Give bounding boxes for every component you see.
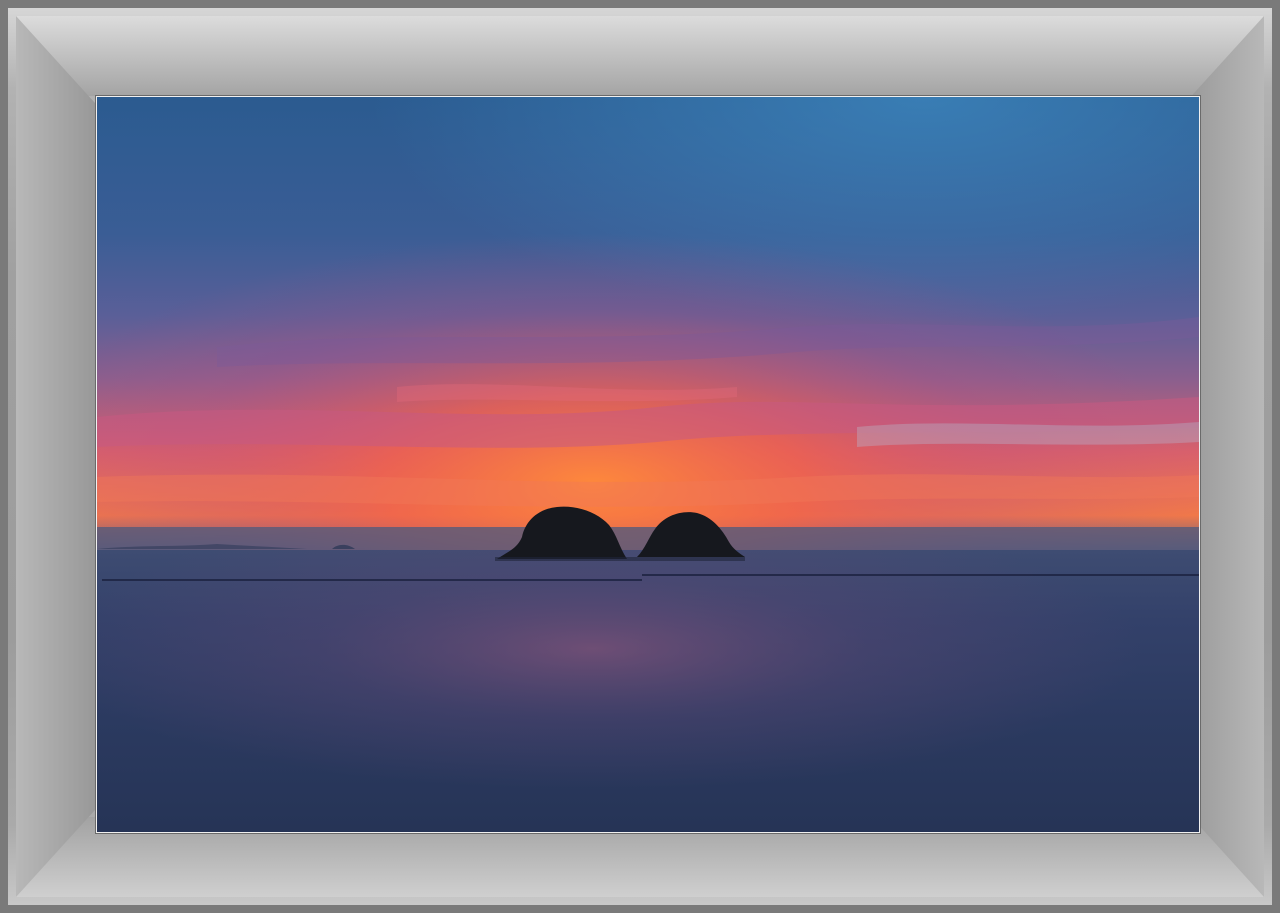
sunset-photo (97, 97, 1199, 832)
frame-bevel-top (16, 16, 1264, 96)
picture-frame (0, 0, 1280, 913)
frame-bevel-left (16, 16, 96, 897)
photo-mat (96, 96, 1200, 833)
